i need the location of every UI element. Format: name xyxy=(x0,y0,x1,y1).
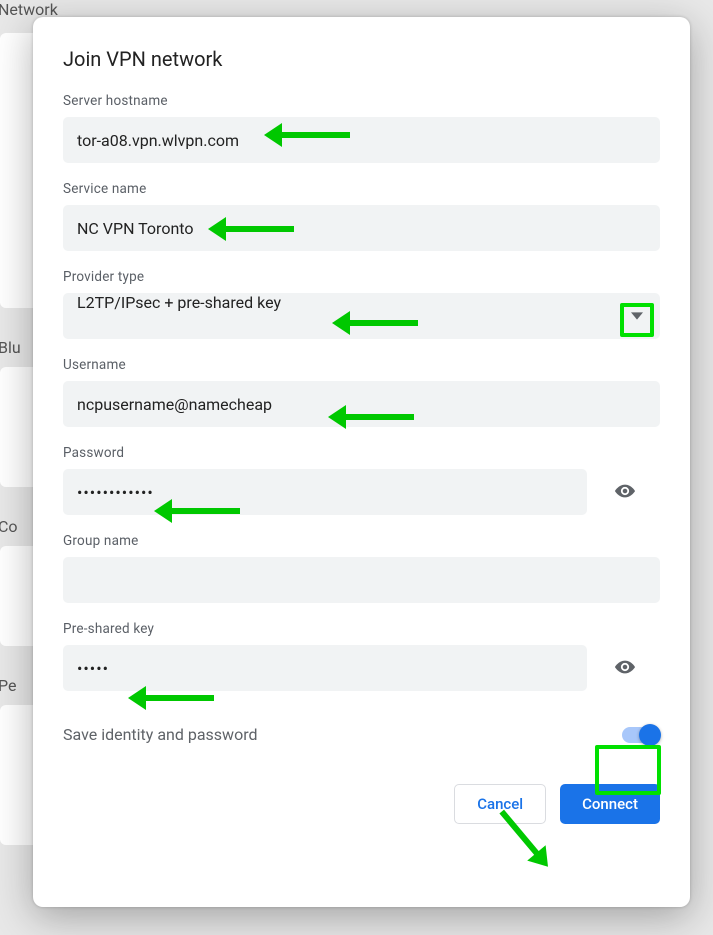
service-name-label: Service name xyxy=(63,181,660,197)
username-field: Username xyxy=(63,357,660,427)
psk-visibility-toggle[interactable] xyxy=(605,648,645,688)
password-visibility-toggle[interactable] xyxy=(605,472,645,512)
psk-label: Pre-shared key xyxy=(63,621,660,637)
group-name-field: Group name xyxy=(63,533,660,603)
eye-icon xyxy=(614,480,636,505)
eye-icon xyxy=(614,656,636,681)
group-name-label: Group name xyxy=(63,533,660,549)
save-identity-toggle[interactable] xyxy=(622,727,658,743)
password-input[interactable] xyxy=(63,469,587,515)
save-identity-label: Save identity and password xyxy=(63,725,258,744)
provider-type-field: Provider type L2TP/IPsec + pre-shared ke… xyxy=(63,269,660,339)
service-name-field: Service name xyxy=(63,181,660,251)
password-label: Password xyxy=(63,445,660,461)
server-hostname-label: Server hostname xyxy=(63,93,660,109)
provider-type-label: Provider type xyxy=(63,269,660,285)
psk-input[interactable] xyxy=(63,645,587,691)
psk-field: Pre-shared key xyxy=(63,621,660,691)
group-name-input[interactable] xyxy=(63,557,660,603)
service-name-input[interactable] xyxy=(63,205,660,251)
dialog-actions: Cancel Connect xyxy=(63,784,660,824)
username-label: Username xyxy=(63,357,660,373)
username-input[interactable] xyxy=(63,381,660,427)
server-hostname-input[interactable] xyxy=(63,117,660,163)
password-field: Password xyxy=(63,445,660,515)
provider-type-select[interactable]: L2TP/IPsec + pre-shared key xyxy=(63,293,660,339)
vpn-join-dialog: Join VPN network Server hostname Service… xyxy=(33,17,690,907)
connect-button[interactable]: Connect xyxy=(560,784,660,824)
server-hostname-field: Server hostname xyxy=(63,93,660,163)
save-identity-row: Save identity and password xyxy=(63,725,660,744)
toggle-knob xyxy=(639,724,661,746)
dialog-title: Join VPN network xyxy=(63,47,660,71)
cancel-button[interactable]: Cancel xyxy=(454,784,546,824)
